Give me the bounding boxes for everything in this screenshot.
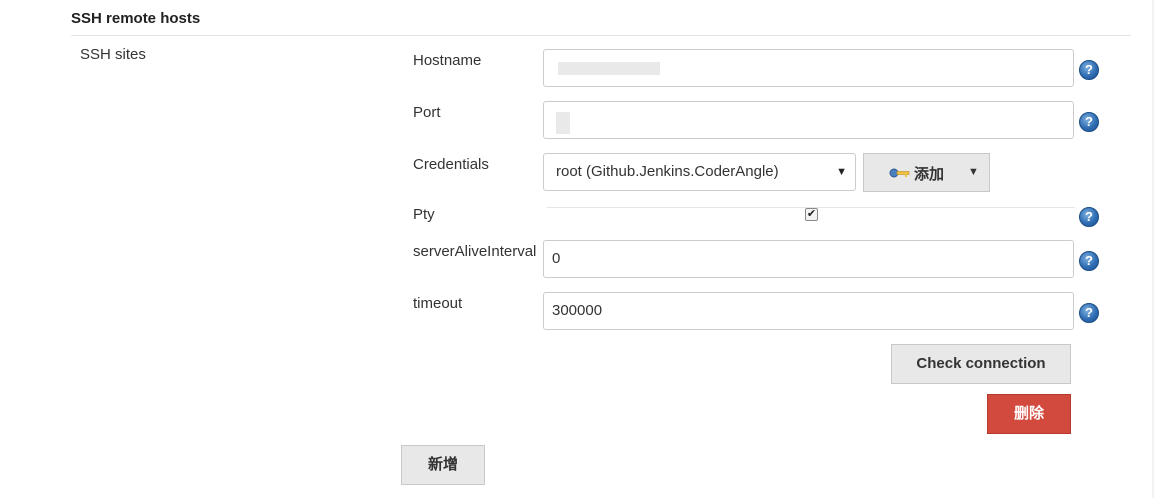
hostname-help-icon[interactable]: ? xyxy=(1079,60,1099,80)
timeout-input[interactable]: 300000 xyxy=(543,292,1074,330)
credentials-select[interactable]: root (Github.Jenkins.CoderAngle) ▼ xyxy=(543,153,856,191)
add-credentials-label: 添加 xyxy=(914,166,945,183)
port-redaction xyxy=(556,112,570,134)
timeout-label: timeout xyxy=(413,295,463,312)
port-help-icon[interactable]: ? xyxy=(1079,112,1099,132)
chevron-down-icon: ▼ xyxy=(968,166,979,178)
timeout-help-icon[interactable]: ? xyxy=(1079,303,1099,323)
section-title: SSH remote hosts xyxy=(71,10,201,27)
delete-button[interactable]: 删除 xyxy=(987,394,1071,434)
add-credentials-button[interactable]: 添加 ▼ xyxy=(863,153,990,192)
port-input[interactable] xyxy=(543,101,1074,139)
server-alive-interval-help-icon[interactable]: ? xyxy=(1079,251,1099,271)
server-alive-interval-input[interactable]: 0 xyxy=(543,240,1074,278)
hostname-redaction xyxy=(558,62,660,75)
hostname-label: Hostname xyxy=(413,52,482,69)
add-new-button[interactable]: 新增 xyxy=(401,445,485,485)
credentials-label: Credentials xyxy=(413,156,489,173)
section-divider xyxy=(71,35,1131,36)
hostname-input[interactable] xyxy=(543,49,1074,87)
credentials-selected-value: root (Github.Jenkins.CoderAngle) xyxy=(556,163,779,180)
pty-help-icon[interactable]: ? xyxy=(1079,207,1099,227)
port-label: Port xyxy=(413,104,441,121)
pty-label: Pty xyxy=(413,206,435,223)
pty-checkbox[interactable]: ✔ xyxy=(805,208,818,221)
server-alive-interval-label: serverAliveInterval xyxy=(413,243,537,260)
key-icon xyxy=(889,166,911,183)
select-arrow-icon: ▼ xyxy=(836,166,847,178)
ssh-sites-label: SSH sites xyxy=(80,46,146,63)
check-connection-button[interactable]: Check connection xyxy=(891,344,1071,384)
